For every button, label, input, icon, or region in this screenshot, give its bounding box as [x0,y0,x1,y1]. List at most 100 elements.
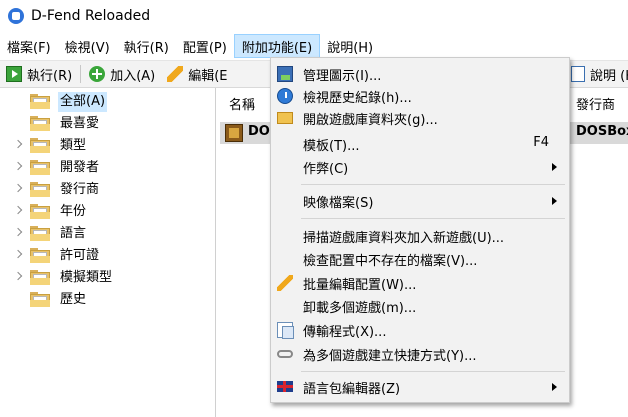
menu-item-label: 為多個遊戲建立快捷方式(Y)... [303,349,477,364]
document-icon [277,322,294,339]
help-book-icon [571,66,585,82]
menu-item-label: 傳輸程式(X)... [303,325,387,340]
menu-item-label: 管理圖示(I)... [303,69,382,84]
uk-flag-icon [277,381,293,392]
chevron-right-icon[interactable] [13,161,23,171]
toolbar-divider [80,65,82,83]
submenu-arrow-icon [552,163,557,171]
category-tree: 全部(A) 最喜愛 類型 開發者 發行商 年份 語言 許可證 模擬類型 歷史 [0,88,216,417]
tree-item-label: 年份 [60,204,87,219]
menu-run[interactable]: 執行(R) [117,34,176,58]
pencil-icon [277,275,293,291]
menu-item-label: 檢視歷史紀錄(h)... [303,91,412,106]
history-icon [277,88,293,104]
menu-item-label: 模板(T)... [303,139,360,154]
menu-item-transfer-programs[interactable]: 傳輸程式(X)... [271,319,569,341]
folder-icon [30,204,52,219]
menu-item-image-files[interactable]: 映像檔案(S) [271,190,569,212]
tree-item-label: 語言 [60,226,87,241]
app-icon [8,8,24,24]
menu-item-open-games-folder[interactable]: 開啟遊戲庫資料夾(g)... [271,107,569,129]
tree-item-year[interactable]: 年份 [0,201,216,223]
tree-item-label: 發行商 [60,182,100,197]
menu-item-label: 掃描遊戲庫資料夾加入新遊戲(U)... [303,231,505,246]
submenu-arrow-icon [552,197,557,205]
menu-profile[interactable]: 配置(P) [176,34,234,58]
menu-item-uninstall-multiple[interactable]: 卸載多個遊戲(m)... [271,295,569,317]
shortcut-label: F4 [533,135,549,150]
tree-item-emulation-type[interactable]: 模擬類型 [0,267,216,289]
folder-icon [277,112,293,124]
tree-item-label: 模擬類型 [60,270,113,285]
menu-item-batch-edit[interactable]: 批量編輯配置(W)... [271,272,569,294]
column-header-name[interactable]: 名稱 [229,94,255,116]
folder-icon [30,182,52,197]
folder-icon [30,160,52,175]
edit-button[interactable]: 編輯(E [161,62,233,86]
menu-file[interactable]: 檔案(F) [0,34,58,58]
folder-icon [30,248,52,263]
menu-item-templates[interactable]: 模板(T)... F4 [271,133,569,155]
menu-item-language-editor[interactable]: 語言包編輯器(Z) [271,376,569,398]
menu-item-view-history[interactable]: 檢視歷史紀錄(h)... [271,85,569,107]
menu-item-manage-icons[interactable]: 管理圖示(I)... [271,63,569,85]
menu-item-label: 開啟遊戲庫資料夾(g)... [303,113,438,128]
chevron-right-icon[interactable] [13,271,23,281]
chevron-right-icon[interactable] [13,227,23,237]
menu-item-scan-games-folder[interactable]: 掃描遊戲庫資料夾加入新遊戲(U)... [271,225,569,247]
folder-icon [30,138,52,153]
favorites-folder-icon [30,116,52,131]
chevron-right-icon[interactable] [13,139,23,149]
picture-icon [277,66,293,82]
tree-item-language[interactable]: 語言 [0,223,216,245]
tree-item-label: 歷史 [60,292,87,307]
folder-icon [30,292,52,307]
extras-dropdown-menu: 管理圖示(I)... 檢視歷史紀錄(h)... 開啟遊戲庫資料夾(g)... 模… [270,57,570,403]
chevron-right-icon[interactable] [13,183,23,193]
menu-item-check-missing-files[interactable]: 檢查配置中不存在的檔案(V)... [271,248,569,270]
tree-item-label: 開發者 [60,160,100,175]
chevron-right-icon[interactable] [13,249,23,259]
menu-item-label: 映像檔案(S) [303,196,374,211]
tree-item-genre[interactable]: 類型 [0,135,216,157]
menu-help[interactable]: 說明(H) [320,34,380,58]
tree-item-developer[interactable]: 開發者 [0,157,216,179]
game-publisher-cell: DOSBox [576,124,628,139]
tree-item-label: 全部(A) [58,92,108,112]
game-name-cell: DO [248,124,270,139]
tree-item-label: 最喜愛 [60,116,100,131]
tree-item-publisher[interactable]: 發行商 [0,179,216,201]
menu-item-label: 卸載多個遊戲(m)... [303,301,417,316]
add-button-label: 加入(A) [110,68,156,84]
help-button[interactable]: 說明 (H [565,62,628,86]
title-bar: D-Fend Reloaded [0,0,628,32]
tree-item-label: 類型 [60,138,87,153]
shortcut-link-icon [277,350,293,358]
menu-item-label: 檢查配置中不存在的檔案(V)... [303,254,478,269]
column-header-publisher[interactable]: 發行商 [576,94,615,116]
menu-item-label: 語言包編輯器(Z) [303,382,401,397]
folder-icon [30,94,52,109]
tree-item-history[interactable]: 歷史 [0,289,216,311]
tree-item-all[interactable]: 全部(A) [0,91,216,113]
menu-separator [301,218,565,219]
game-icon [225,124,243,142]
pencil-icon [167,66,184,82]
chevron-right-icon[interactable] [13,205,23,215]
folder-icon [30,226,52,241]
help-button-label: 說明 (H [590,68,628,84]
menu-item-create-shortcuts[interactable]: 為多個遊戲建立快捷方式(Y)... [271,343,569,365]
add-button[interactable]: 加入(A) [83,62,161,86]
tree-item-label: 許可證 [60,248,100,263]
menu-view[interactable]: 檢視(V) [58,34,117,58]
add-icon [89,66,106,82]
menu-extras[interactable]: 附加功能(E) [233,34,321,58]
tree-item-favorites[interactable]: 最喜愛 [0,113,216,135]
edit-button-label: 編輯(E [188,68,228,84]
tree-item-license[interactable]: 許可證 [0,245,216,267]
menu-item-cheats[interactable]: 作弊(C) [271,156,569,178]
menu-separator [301,184,565,185]
play-icon [6,66,22,82]
run-button[interactable]: 執行(R) [0,62,78,86]
menu-separator [301,371,565,372]
